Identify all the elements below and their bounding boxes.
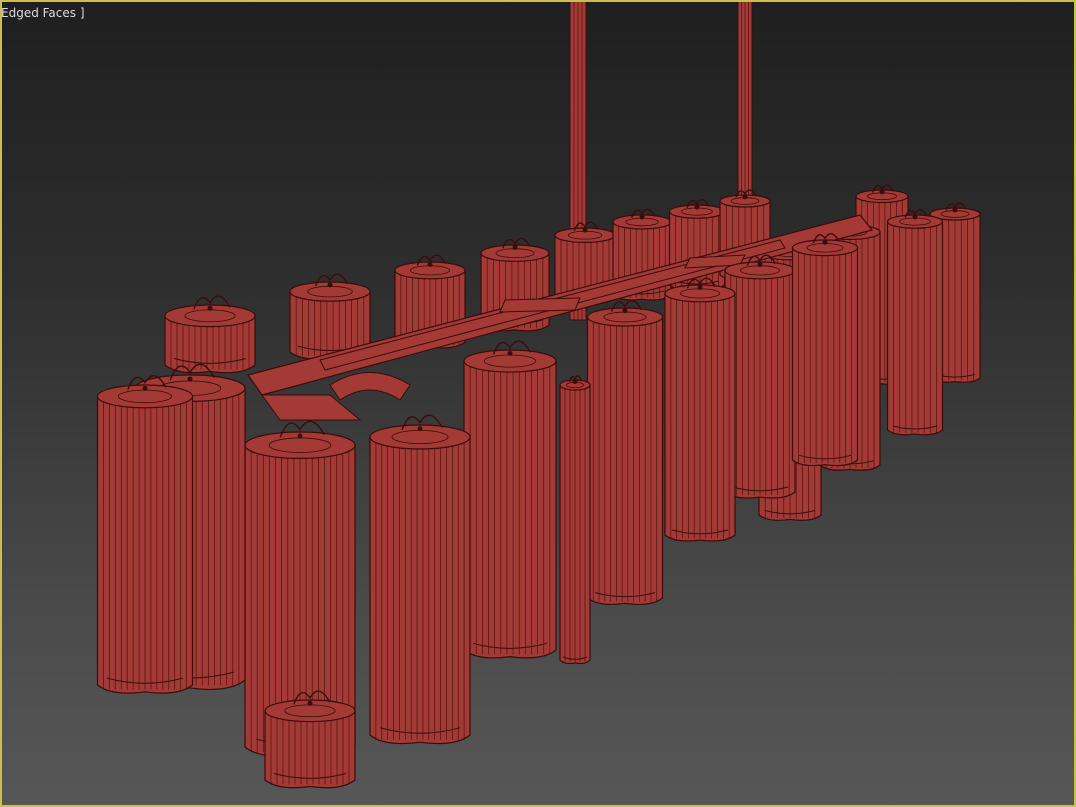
crystal-prism (559, 375, 591, 665)
crystal-prism (463, 340, 557, 659)
crystal-prism (791, 233, 859, 467)
perspective-viewport[interactable]: Edged Faces ] (0, 0, 1076, 807)
crystal-prism (886, 209, 944, 436)
crystal-prism (586, 300, 664, 606)
crystal-prism (664, 277, 736, 542)
crystal-prism (164, 295, 256, 374)
chandelier-model[interactable] (0, 0, 1076, 807)
crystal-prism (96, 375, 194, 694)
crystal-prism (264, 690, 356, 789)
viewport-shading-label[interactable]: Edged Faces ] (1, 6, 85, 20)
crystal-prism (369, 414, 471, 745)
